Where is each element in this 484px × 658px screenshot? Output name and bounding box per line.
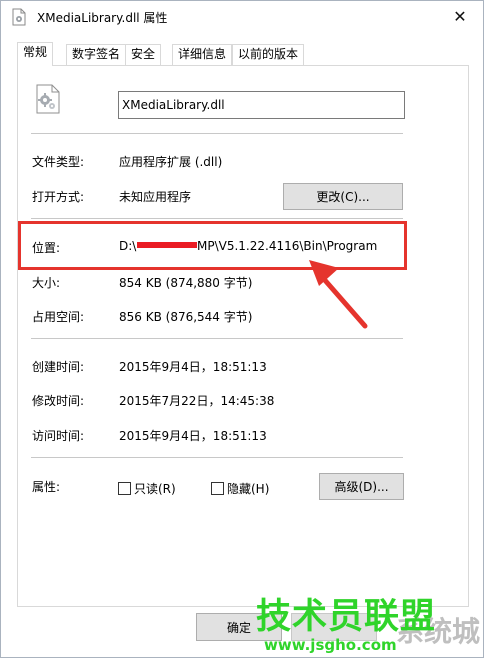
dll-file-icon [12, 8, 26, 26]
watermark-url: www.jsgho.com [264, 636, 397, 654]
size-value: 854 KB (874,880 字节) [119, 276, 253, 290]
tab-security[interactable]: 安全 [125, 44, 162, 65]
watermark: 系统城 技术员联盟 www.jsgho.com [256, 588, 484, 658]
size-on-disk-label: 占用空间: [32, 310, 85, 324]
general-panel [17, 65, 469, 607]
file-name-field[interactable]: XMediaLibrary.dll [118, 91, 405, 119]
file-type-label: 文件类型: [32, 155, 85, 169]
file-type-value: 应用程序扩展 (.dll) [119, 155, 223, 169]
tab-general[interactable]: 常规 [17, 42, 54, 66]
modified-value: 2015年7月22日，14:45:38 [119, 394, 275, 408]
open-with-value: 未知应用程序 [119, 190, 192, 204]
properties-dialog: XMediaLibrary.dll 属性 ✕ 常规 数字签名 安全 详细信息 以… [0, 0, 484, 658]
open-with-label: 打开方式: [32, 190, 85, 204]
close-icon: ✕ [453, 7, 467, 26]
attributes-label: 属性: [32, 480, 61, 494]
divider [31, 218, 403, 219]
readonly-checkbox-label: 只读(R) [134, 482, 176, 496]
tab-previous-versions[interactable]: 以前的版本 [232, 44, 305, 65]
accessed-value: 2015年9月4日，18:51:13 [119, 429, 267, 443]
checkbox-box[interactable] [118, 482, 131, 495]
hidden-checkbox[interactable]: 隐藏(H) [211, 480, 269, 497]
created-label: 创建时间: [32, 360, 85, 374]
divider [31, 338, 403, 339]
red-arrow-icon [309, 260, 368, 329]
tab-details[interactable]: 详细信息 [172, 44, 233, 65]
tab-digital-signatures[interactable]: 数字签名 [66, 44, 127, 65]
divider [31, 133, 403, 134]
created-value: 2015年9月4日，18:51:13 [119, 360, 267, 374]
title-bar[interactable]: XMediaLibrary.dll 属性 ✕ [1, 1, 483, 32]
watermark-title: 技术员联盟 [256, 597, 437, 637]
dll-gear-file-icon [36, 84, 60, 114]
close-button[interactable]: ✕ [437, 1, 483, 32]
hidden-checkbox-label: 隐藏(H) [227, 482, 270, 496]
size-on-disk-value: 856 KB (876,544 字节) [119, 310, 253, 324]
readonly-checkbox[interactable]: 只读(R) [118, 480, 176, 497]
modified-label: 修改时间: [32, 394, 85, 408]
window-title: XMediaLibrary.dll 属性 [37, 11, 168, 25]
advanced-button[interactable]: 高级(D)... [319, 473, 404, 500]
size-label: 大小: [32, 276, 61, 290]
checkbox-box[interactable] [211, 482, 224, 495]
change-button[interactable]: 更改(C)... [283, 183, 403, 210]
accessed-label: 访问时间: [32, 429, 85, 443]
divider [31, 457, 403, 458]
